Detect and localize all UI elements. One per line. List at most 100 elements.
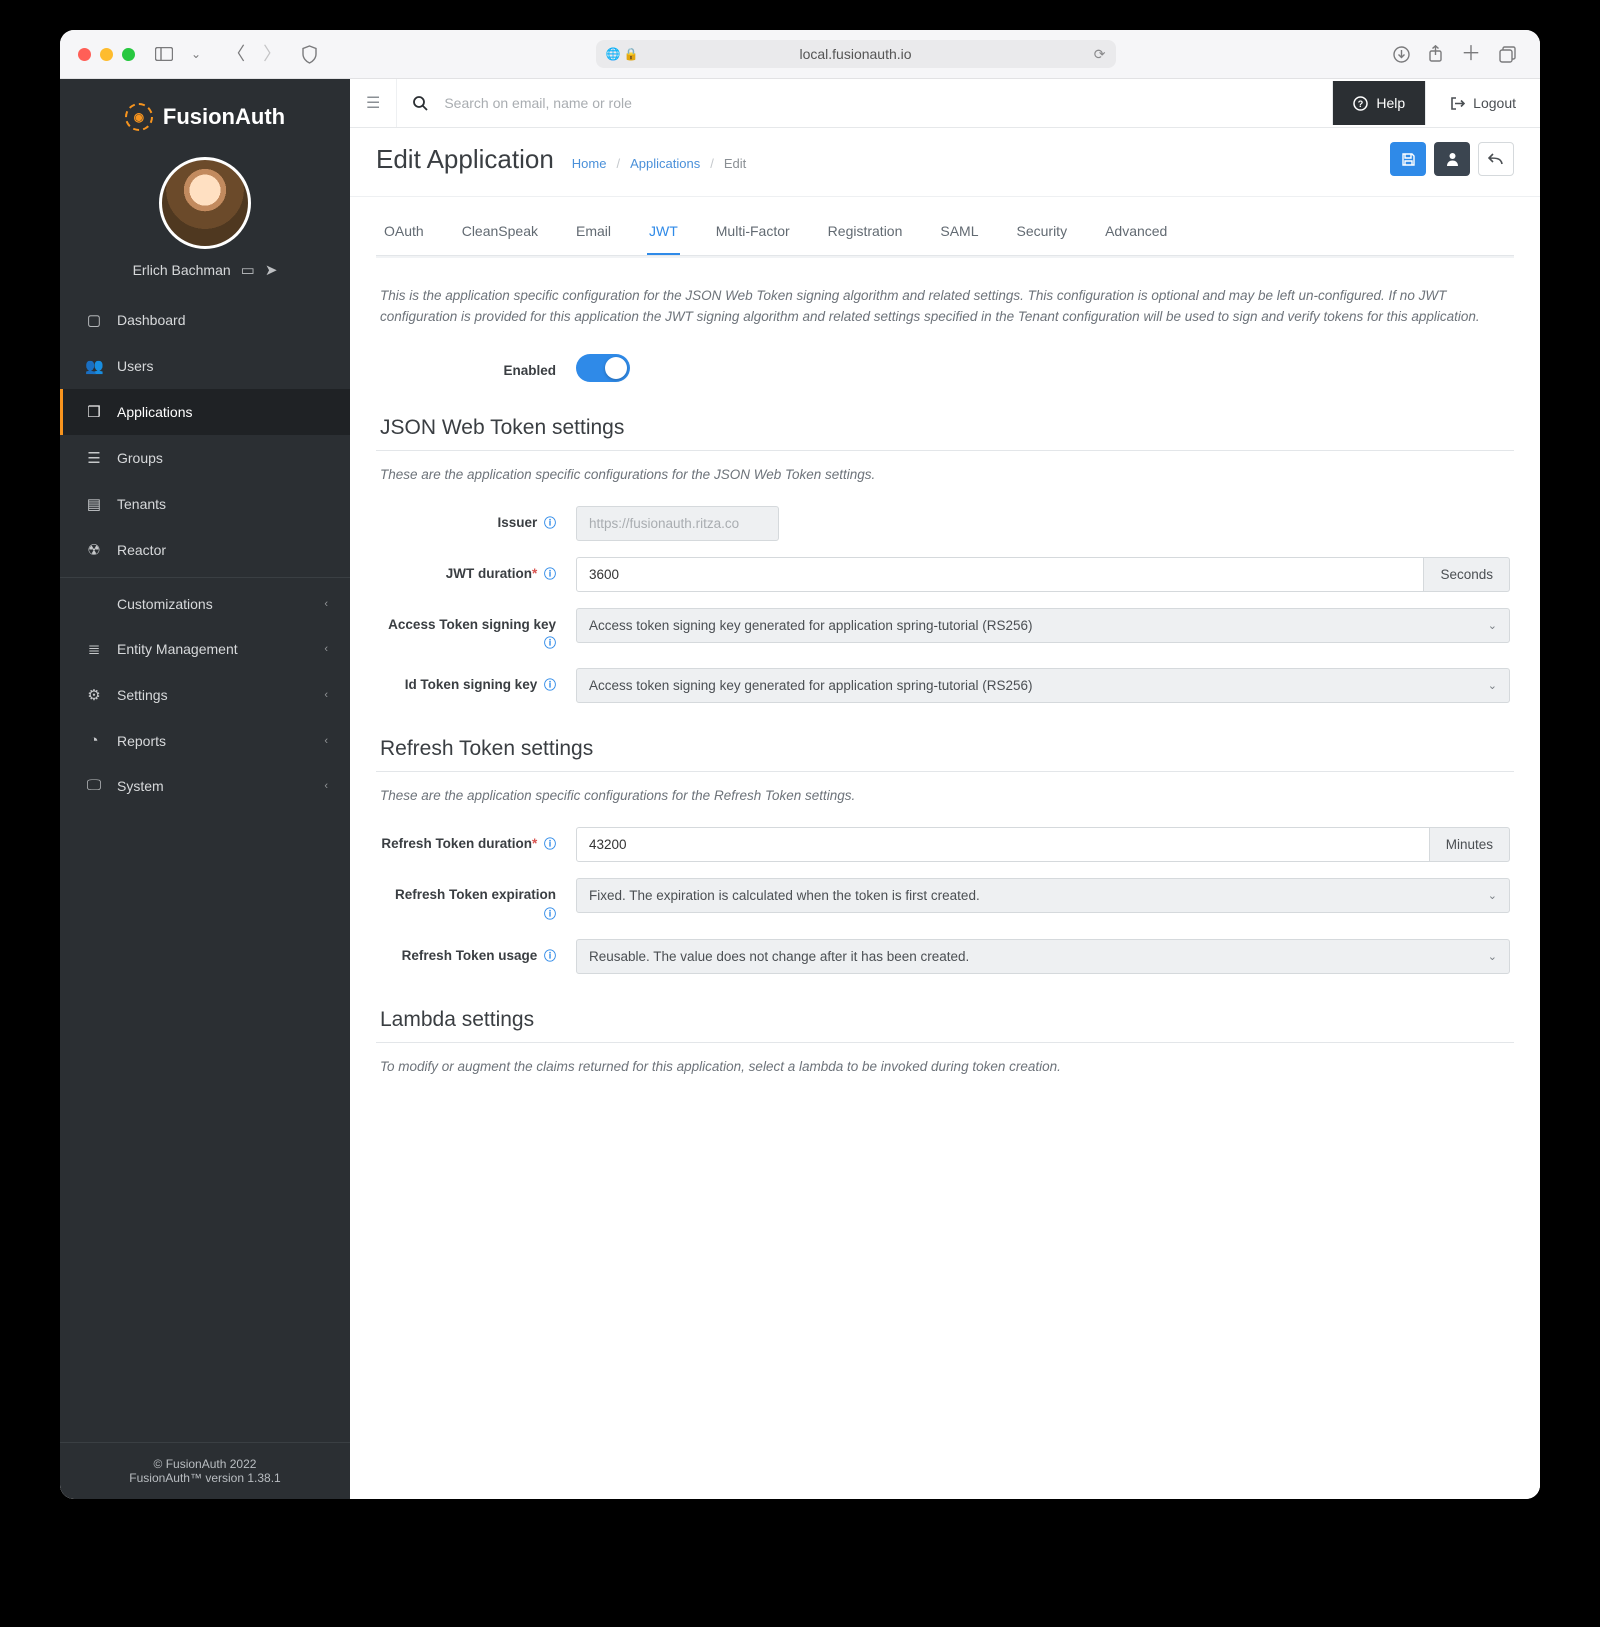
id-key-select[interactable]: Access token signing key generated for a… [576, 668, 1510, 703]
refresh-exp-select[interactable]: Fixed. The expiration is calculated when… [576, 878, 1510, 913]
sidebar-item-entity-management[interactable]: ≣Entity Management‹ [60, 626, 350, 672]
main: ☰ ? Help Logout [350, 79, 1540, 1499]
sidebar-nav: ▢Dashboard 👥 Users ❒ Applications ☰ Groups ▤Ten… [60, 297, 350, 1442]
chevron-left-icon: ‹ [324, 689, 328, 701]
close-window-icon[interactable] [78, 48, 91, 61]
chevron-down-icon: ⌄ [1488, 679, 1497, 692]
crumb-applications[interactable]: Applications [630, 156, 700, 171]
chevron-down-icon: ⌄ [1488, 619, 1497, 632]
tab-advanced[interactable]: Advanced [1103, 215, 1169, 255]
new-tab-icon[interactable]: ＋ [1455, 40, 1487, 68]
sidebar-item-users[interactable]: 👥 Users [60, 343, 350, 389]
tabs-overview-icon[interactable] [1493, 42, 1522, 67]
section-jwt-title: JSON Web Token settings [376, 390, 1514, 451]
enabled-toggle[interactable] [576, 354, 630, 382]
nav-forward-icon[interactable]: 〉 [257, 41, 287, 67]
logout-button[interactable]: Logout [1425, 81, 1540, 125]
url-text: local.fusionauth.io [799, 46, 911, 62]
nav-label: Customizations [117, 596, 213, 612]
access-key-select[interactable]: Access token signing key generated for a… [576, 608, 1510, 643]
sidebar-item-customizations[interactable]: Customizations‹ [60, 582, 350, 626]
info-icon[interactable]: ⓘ [544, 949, 556, 963]
nav-label: Reactor [117, 542, 166, 558]
sidebar-item-applications[interactable]: ❒ Applications [60, 389, 350, 435]
shield-icon[interactable] [301, 45, 318, 64]
jwt-intro: This is the application specific configu… [376, 260, 1514, 346]
nav-label: Users [117, 358, 154, 374]
tab-email[interactable]: Email [574, 215, 613, 255]
lock-icon: 🌐 🔒 [606, 47, 639, 61]
nav-label: Reports [117, 733, 166, 749]
refresh-exp-value: Fixed. The expiration is calculated when… [589, 888, 980, 903]
nav-icon: ⚙ [85, 686, 103, 704]
version-text: FusionAuth™ version 1.38.1 [60, 1471, 350, 1485]
chevron-left-icon: ‹ [324, 780, 328, 792]
nav-icon: ❒ [85, 403, 103, 421]
nav-label: Applications [117, 404, 193, 420]
info-icon[interactable]: ⓘ [544, 636, 556, 650]
chevron-down-icon[interactable]: ⌄ [185, 44, 207, 64]
refresh-use-select[interactable]: Reusable. The value does not change afte… [576, 939, 1510, 974]
sidebar-item-dashboard[interactable]: ▢Dashboard [60, 297, 350, 343]
tab-security[interactable]: Security [1015, 215, 1070, 255]
info-icon[interactable]: ⓘ [544, 837, 556, 851]
tab-oauth[interactable]: OAuth [382, 215, 426, 255]
share-icon[interactable] [1422, 41, 1449, 67]
sidebar-item-tenants[interactable]: ▤Tenants [60, 481, 350, 527]
refresh-icon[interactable]: ⟳ [1094, 46, 1106, 63]
sidebar-item-reports[interactable]: ◔Reports‹ [60, 718, 350, 763]
info-icon[interactable]: ⓘ [544, 678, 556, 692]
jwt-duration-input[interactable] [576, 557, 1424, 592]
access-key-label: Access Token signing key [388, 617, 556, 632]
download-icon[interactable] [1387, 42, 1416, 67]
address-bar[interactable]: 🌐 🔒 local.fusionauth.io ⟳ [338, 40, 1373, 68]
crumb-home[interactable]: Home [572, 156, 607, 171]
avatar[interactable] [159, 157, 251, 249]
info-icon[interactable]: ⓘ [544, 567, 556, 581]
sidebar-toggle-icon[interactable] [149, 43, 179, 65]
nav-icon: ☢ [85, 541, 103, 559]
jwt-duration-unit: Seconds [1424, 557, 1510, 592]
minimize-window-icon[interactable] [100, 48, 113, 61]
nav-label: Entity Management [117, 641, 238, 657]
content: OAuth CleanSpeak Email JWT Multi-Factor Regis… [350, 197, 1540, 1130]
tab-jwt[interactable]: JWT [647, 215, 680, 256]
sidebar-item-reactor[interactable]: ☢ Reactor [60, 527, 350, 573]
tabs: OAuth CleanSpeak Email JWT Multi-Factor Regis… [376, 197, 1514, 256]
logout-label: Logout [1473, 95, 1516, 111]
back-button[interactable] [1478, 142, 1514, 176]
search-input[interactable] [440, 81, 1316, 125]
nav-icon: ▤ [85, 495, 103, 513]
tab-registration[interactable]: Registration [826, 215, 905, 255]
sidebar-footer: © FusionAuth 2022 FusionAuth™ version 1.… [60, 1442, 350, 1499]
help-button[interactable]: ? Help [1332, 81, 1425, 125]
info-icon[interactable]: ⓘ [544, 516, 556, 530]
user-block: Erlich Bachman ▭ ➤ [60, 149, 350, 297]
refresh-dur-input[interactable] [576, 827, 1430, 862]
logout-icon [1450, 96, 1465, 111]
tab-saml[interactable]: SAML [938, 215, 980, 255]
refresh-dur-label: Refresh Token duration [381, 836, 532, 851]
tab-cleanspeak[interactable]: CleanSpeak [460, 215, 540, 255]
nav-icon: 👥 [85, 357, 103, 375]
help-label: Help [1376, 95, 1405, 111]
nav-back-icon[interactable]: 〈 [221, 41, 251, 67]
nav-icon: ☰ [85, 449, 103, 467]
id-card-icon[interactable]: ▭ [241, 261, 255, 279]
brand-logo-icon: ◉ [125, 103, 153, 131]
sidebar-item-system[interactable]: 🖵System‹ [60, 763, 350, 808]
save-button[interactable] [1390, 142, 1426, 176]
nav-label: Groups [117, 450, 163, 466]
tab-multi-factor[interactable]: Multi-Factor [714, 215, 792, 255]
collapse-sidebar-button[interactable]: ☰ [350, 79, 397, 127]
sidebar-item-settings[interactable]: ⚙Settings‹ [60, 672, 350, 718]
maximize-window-icon[interactable] [122, 48, 135, 61]
nav-label: Dashboard [117, 312, 186, 328]
user-action-button[interactable] [1434, 142, 1470, 176]
brand: ◉ FusionAuth [60, 79, 350, 149]
section-refresh-sub: These are the application specific confi… [376, 776, 1514, 819]
info-icon[interactable]: ⓘ [544, 907, 556, 921]
search-icon [413, 96, 428, 111]
location-arrow-icon[interactable]: ➤ [265, 261, 278, 279]
sidebar-item-groups[interactable]: ☰ Groups [60, 435, 350, 481]
